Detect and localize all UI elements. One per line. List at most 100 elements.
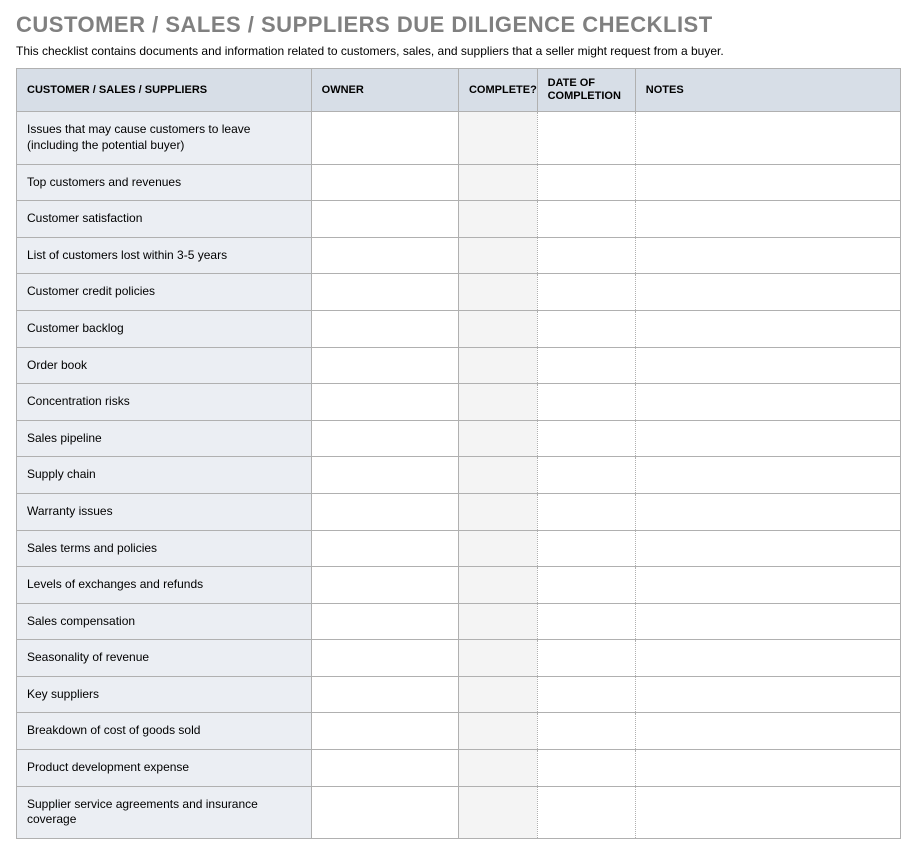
cell-date[interactable] <box>537 112 635 164</box>
cell-complete[interactable] <box>458 420 537 457</box>
cell-complete[interactable] <box>458 530 537 567</box>
cell-date[interactable] <box>537 603 635 640</box>
table-row: Customer credit policies <box>17 274 901 311</box>
cell-complete[interactable] <box>458 347 537 384</box>
table-row: Levels of exchanges and refunds <box>17 567 901 604</box>
cell-notes[interactable] <box>635 420 900 457</box>
cell-date[interactable] <box>537 274 635 311</box>
cell-notes[interactable] <box>635 786 900 838</box>
cell-date[interactable] <box>537 384 635 421</box>
cell-complete[interactable] <box>458 310 537 347</box>
cell-date[interactable] <box>537 201 635 238</box>
cell-notes[interactable] <box>635 201 900 238</box>
column-header-notes: NOTES <box>635 69 900 112</box>
cell-date[interactable] <box>537 164 635 201</box>
table-row: Customer backlog <box>17 310 901 347</box>
table-row: Concentration risks <box>17 384 901 421</box>
cell-date[interactable] <box>537 420 635 457</box>
cell-date[interactable] <box>537 493 635 530</box>
cell-complete[interactable] <box>458 567 537 604</box>
cell-notes[interactable] <box>635 274 900 311</box>
cell-complete[interactable] <box>458 603 537 640</box>
cell-date[interactable] <box>537 310 635 347</box>
cell-notes[interactable] <box>635 310 900 347</box>
cell-date[interactable] <box>537 750 635 787</box>
cell-owner[interactable] <box>311 640 458 677</box>
table-row: Top customers and revenues <box>17 164 901 201</box>
cell-owner[interactable] <box>311 713 458 750</box>
column-header-date: DATE OF COMPLETION <box>537 69 635 112</box>
cell-owner[interactable] <box>311 530 458 567</box>
cell-complete[interactable] <box>458 713 537 750</box>
table-row: Sales terms and policies <box>17 530 901 567</box>
cell-complete[interactable] <box>458 112 537 164</box>
cell-owner[interactable] <box>311 457 458 494</box>
table-row: List of customers lost within 3-5 years <box>17 237 901 274</box>
cell-notes[interactable] <box>635 603 900 640</box>
cell-owner[interactable] <box>311 786 458 838</box>
cell-notes[interactable] <box>635 112 900 164</box>
cell-owner[interactable] <box>311 164 458 201</box>
cell-complete[interactable] <box>458 786 537 838</box>
page-subtitle: This checklist contains documents and in… <box>16 44 901 58</box>
cell-notes[interactable] <box>635 164 900 201</box>
cell-owner[interactable] <box>311 201 458 238</box>
cell-notes[interactable] <box>635 457 900 494</box>
cell-item: Sales pipeline <box>17 420 312 457</box>
cell-owner[interactable] <box>311 274 458 311</box>
cell-owner[interactable] <box>311 567 458 604</box>
cell-complete[interactable] <box>458 201 537 238</box>
cell-date[interactable] <box>537 347 635 384</box>
cell-item: Breakdown of cost of goods sold <box>17 713 312 750</box>
cell-owner[interactable] <box>311 493 458 530</box>
cell-complete[interactable] <box>458 457 537 494</box>
cell-item: Concentration risks <box>17 384 312 421</box>
cell-owner[interactable] <box>311 112 458 164</box>
table-row: Supply chain <box>17 457 901 494</box>
cell-complete[interactable] <box>458 493 537 530</box>
cell-date[interactable] <box>537 567 635 604</box>
table-row: Breakdown of cost of goods sold <box>17 713 901 750</box>
cell-complete[interactable] <box>458 676 537 713</box>
cell-date[interactable] <box>537 237 635 274</box>
cell-complete[interactable] <box>458 164 537 201</box>
cell-item: Customer satisfaction <box>17 201 312 238</box>
cell-date[interactable] <box>537 530 635 567</box>
cell-owner[interactable] <box>311 676 458 713</box>
cell-date[interactable] <box>537 713 635 750</box>
cell-owner[interactable] <box>311 310 458 347</box>
table-row: Order book <box>17 347 901 384</box>
table-row: Supplier service agreements and insuranc… <box>17 786 901 838</box>
column-header-complete: COMPLETE? <box>458 69 537 112</box>
cell-complete[interactable] <box>458 750 537 787</box>
cell-notes[interactable] <box>635 750 900 787</box>
cell-notes[interactable] <box>635 676 900 713</box>
cell-date[interactable] <box>537 640 635 677</box>
cell-date[interactable] <box>537 676 635 713</box>
cell-owner[interactable] <box>311 237 458 274</box>
cell-notes[interactable] <box>635 567 900 604</box>
cell-owner[interactable] <box>311 603 458 640</box>
cell-owner[interactable] <box>311 384 458 421</box>
cell-item: Customer backlog <box>17 310 312 347</box>
cell-date[interactable] <box>537 786 635 838</box>
cell-owner[interactable] <box>311 420 458 457</box>
cell-notes[interactable] <box>635 384 900 421</box>
cell-notes[interactable] <box>635 530 900 567</box>
cell-date[interactable] <box>537 457 635 494</box>
table-row: Customer satisfaction <box>17 201 901 238</box>
cell-complete[interactable] <box>458 274 537 311</box>
table-row: Sales pipeline <box>17 420 901 457</box>
cell-owner[interactable] <box>311 347 458 384</box>
cell-complete[interactable] <box>458 640 537 677</box>
cell-notes[interactable] <box>635 713 900 750</box>
cell-notes[interactable] <box>635 237 900 274</box>
cell-complete[interactable] <box>458 237 537 274</box>
cell-notes[interactable] <box>635 493 900 530</box>
cell-complete[interactable] <box>458 384 537 421</box>
cell-owner[interactable] <box>311 750 458 787</box>
cell-item: Key suppliers <box>17 676 312 713</box>
cell-notes[interactable] <box>635 640 900 677</box>
page-title: CUSTOMER / SALES / SUPPLIERS DUE DILIGEN… <box>16 12 901 38</box>
cell-notes[interactable] <box>635 347 900 384</box>
